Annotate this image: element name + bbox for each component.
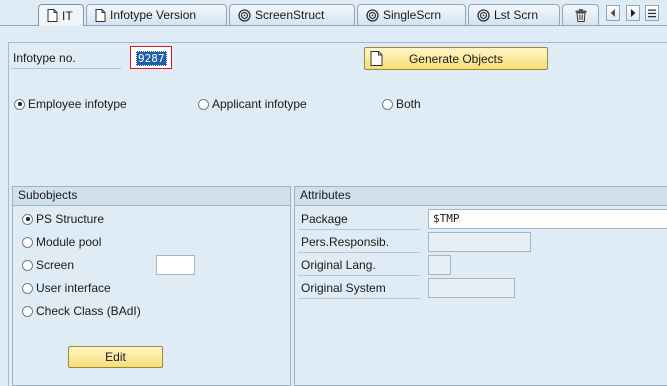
screen-number-input[interactable] (156, 255, 195, 275)
tab-lst-scrn[interactable]: Lst Scrn (468, 4, 560, 25)
original-lang-field (428, 255, 451, 275)
spiral-icon (238, 8, 251, 22)
infotype-number-value: 9287 (136, 51, 167, 66)
tab-singlescrn[interactable]: SingleScrn (357, 4, 466, 25)
radio-user-interface[interactable]: User interface (22, 281, 111, 295)
radio-circle (22, 213, 33, 225)
arrow-right-icon (631, 9, 636, 17)
pers-responsib-label: Pers.Responsib. (301, 235, 390, 249)
tab-screenstruct[interactable]: ScreenStruct (229, 4, 355, 25)
radio-employee-infotype[interactable]: Employee infotype (14, 97, 127, 111)
radio-both[interactable]: Both (382, 97, 421, 111)
radio-label: Module pool (36, 235, 102, 249)
tab-infotype-version[interactable]: Infotype Version (86, 4, 227, 25)
tab-scroll-left-button[interactable] (606, 5, 620, 21)
tab-it[interactable]: IT (38, 4, 84, 26)
pers-responsib-field (428, 232, 531, 252)
infotype-number-input[interactable]: 9287 (130, 46, 172, 69)
radio-label: Applicant infotype (212, 97, 307, 111)
attributes-title: Attributes (295, 187, 667, 206)
generate-objects-button[interactable]: Generate Objects (364, 47, 548, 70)
radio-ps-structure[interactable]: PS Structure (22, 212, 104, 226)
trash-icon (575, 8, 587, 22)
spiral-icon (477, 8, 490, 22)
radio-label: User interface (36, 281, 111, 295)
original-system-label: Original System (301, 281, 386, 295)
radio-circle (198, 98, 209, 110)
original-lang-label: Original Lang. (301, 258, 376, 272)
list-icon (648, 9, 656, 17)
spiral-icon (366, 8, 379, 22)
original-system-field (428, 278, 515, 298)
tab-list-button[interactable] (645, 5, 659, 21)
radio-circle (22, 259, 33, 271)
radio-check-class-badi[interactable]: Check Class (BAdI) (22, 304, 141, 318)
document-icon (370, 51, 383, 69)
arrow-left-icon (610, 9, 615, 17)
radio-label: Screen (36, 258, 75, 272)
radio-label: Both (396, 97, 421, 111)
tab-label: ScreenStruct (255, 8, 325, 22)
generate-objects-label: Generate Objects (408, 51, 504, 66)
radio-label: Check Class (BAdI) (36, 304, 141, 318)
radio-circle (22, 282, 33, 294)
radio-applicant-infotype[interactable]: Applicant infotype (198, 97, 307, 111)
infotype-label: Infotype no. (13, 51, 76, 65)
document-icon (95, 8, 106, 22)
tab-trash[interactable] (562, 4, 599, 25)
radio-circle (14, 98, 25, 110)
tab-label: IT (62, 8, 73, 23)
radio-module-pool[interactable]: Module pool (22, 235, 101, 249)
radio-circle (22, 236, 33, 248)
edit-button[interactable]: Edit (68, 346, 163, 368)
radio-label: PS Structure (36, 212, 105, 226)
edit-button-label: Edit (105, 350, 126, 364)
document-icon (47, 9, 58, 22)
tab-label: Infotype Version (110, 8, 197, 22)
radio-circle (22, 305, 33, 317)
radio-circle (382, 98, 393, 110)
package-value: $TMP (433, 212, 460, 225)
tab-label: Lst Scrn (494, 8, 539, 22)
radio-screen[interactable]: Screen (22, 258, 74, 272)
radio-label: Employee infotype (28, 97, 127, 111)
package-label: Package (301, 212, 348, 226)
tab-label: SingleScrn (383, 8, 442, 22)
tab-strip-divider (0, 25, 667, 26)
tab-scroll-right-button[interactable] (626, 5, 640, 21)
package-input[interactable]: $TMP (428, 209, 667, 229)
subobjects-title: Subobjects (13, 187, 290, 206)
